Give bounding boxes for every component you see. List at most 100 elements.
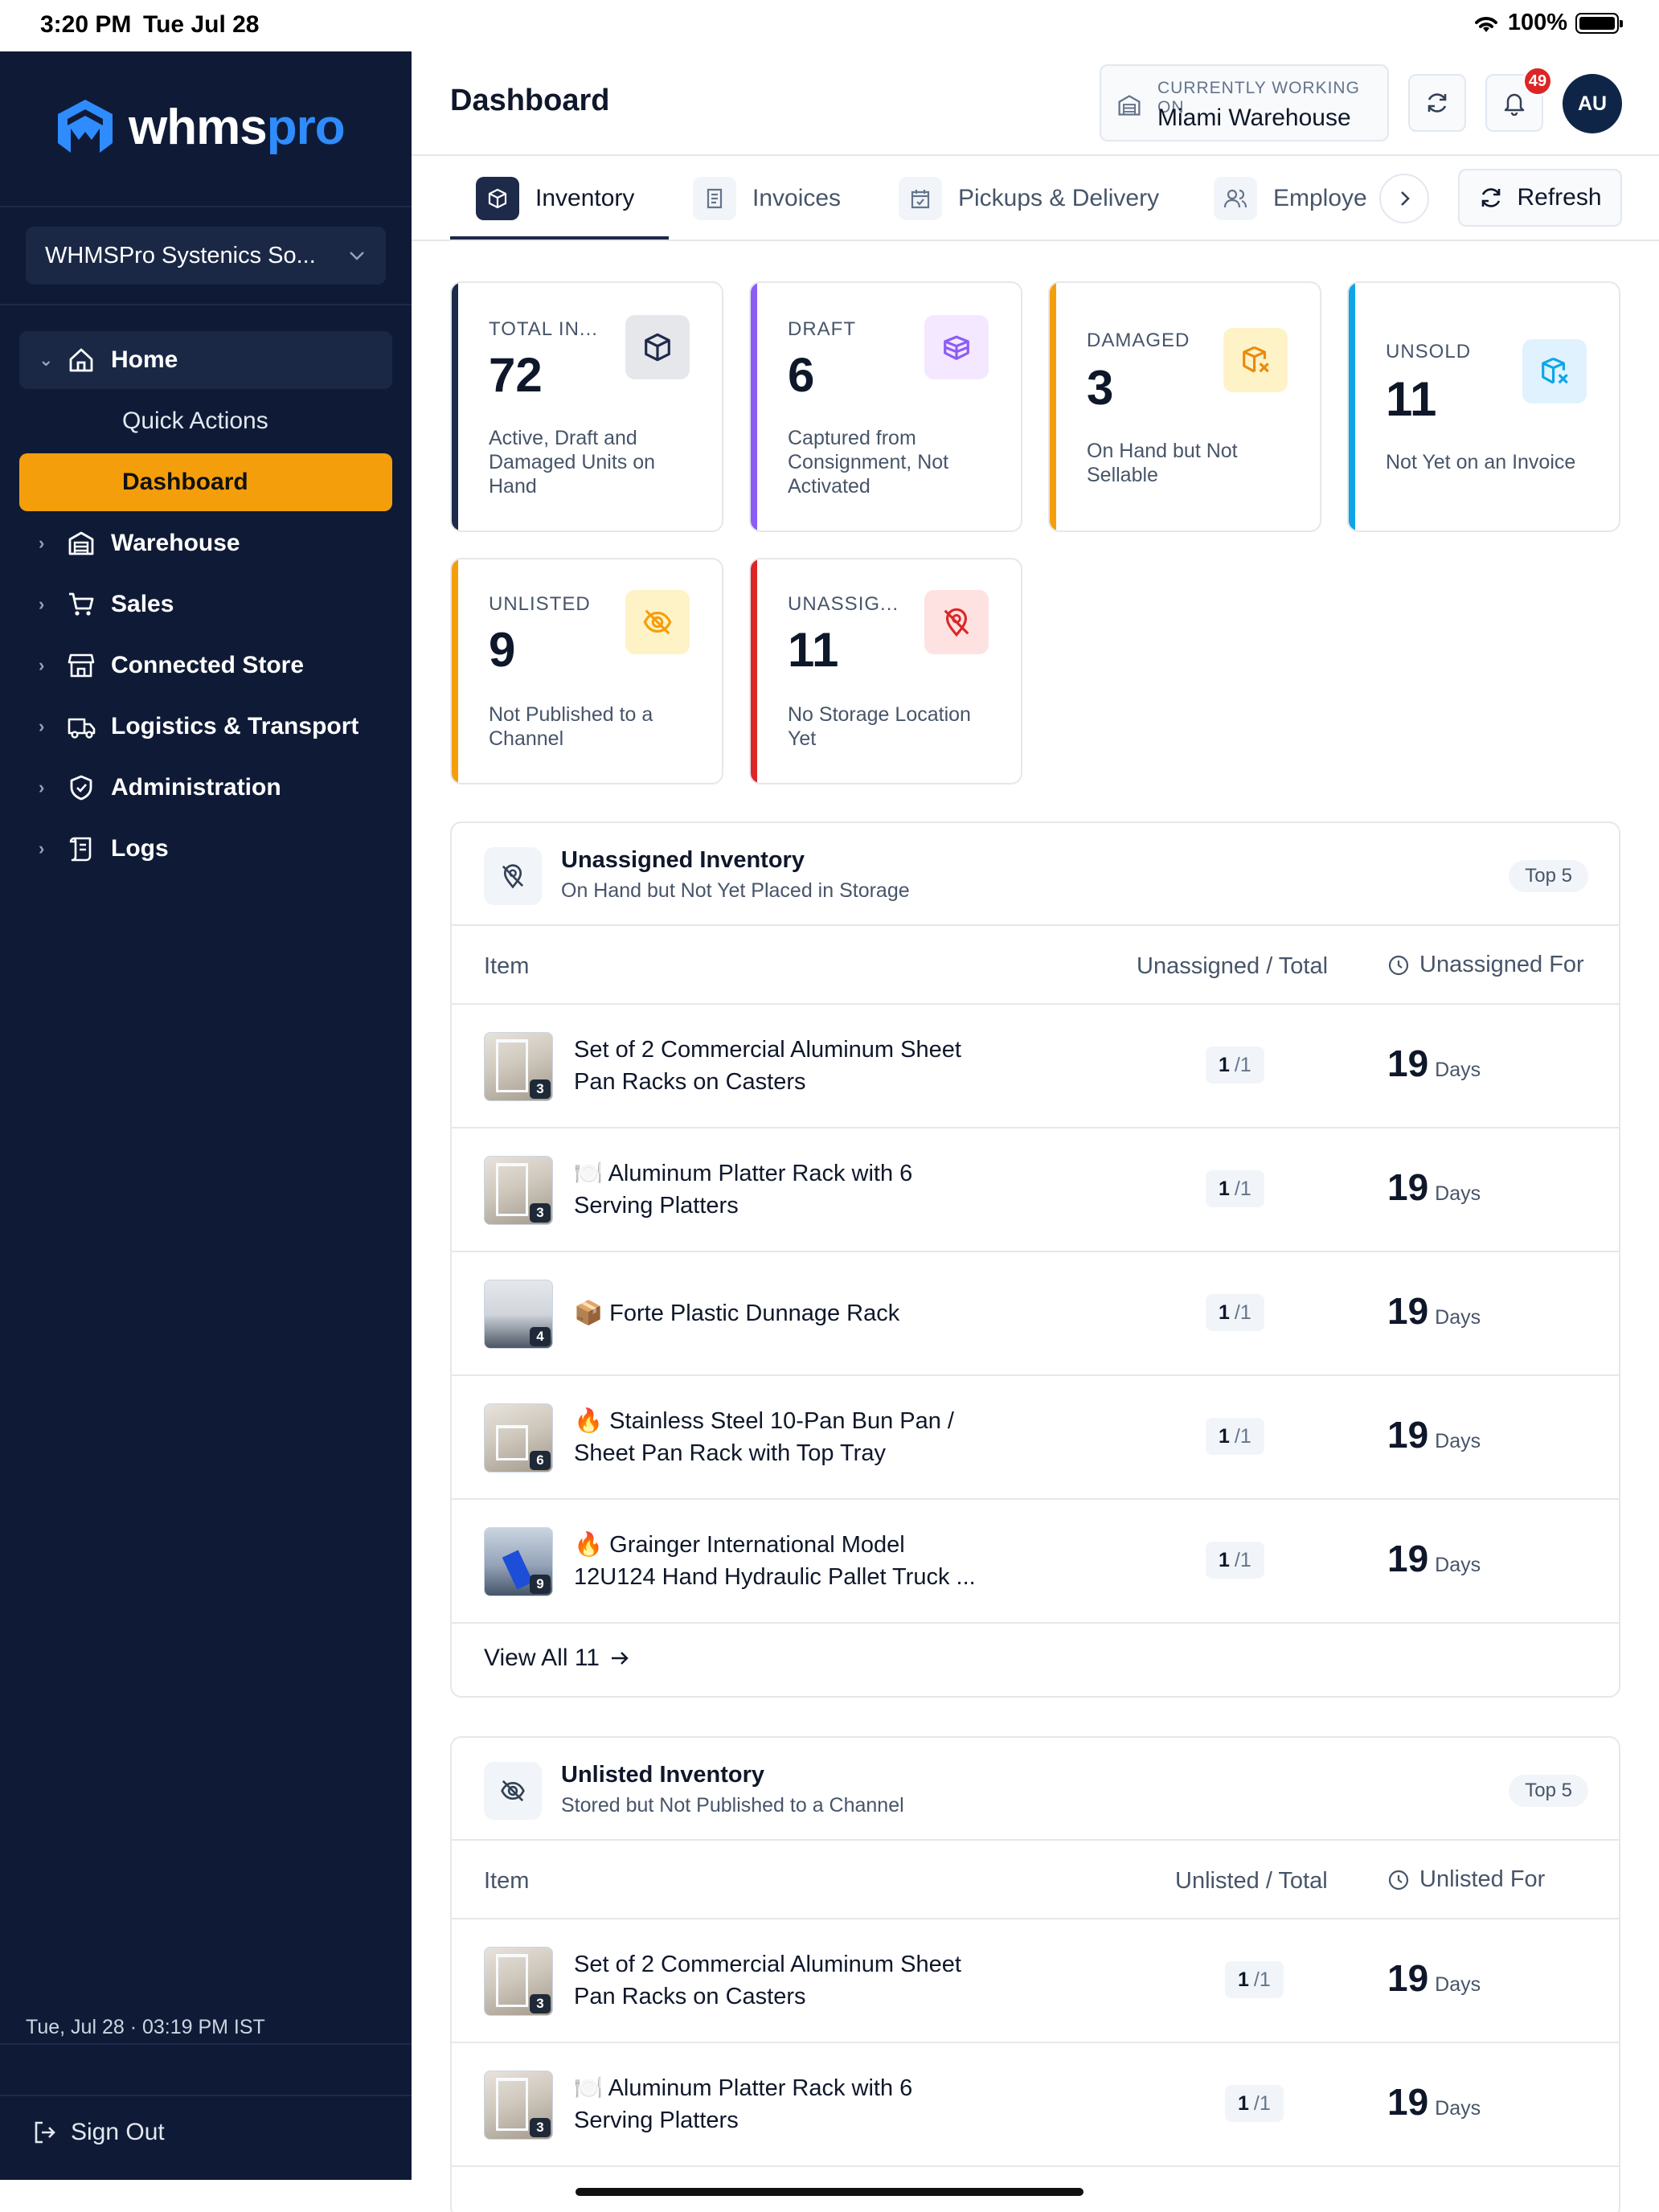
sidebar-item-home[interactable]: ⌄ Home xyxy=(19,331,392,389)
table-row[interactable]: 3 🍽️ Aluminum Platter Rack with 6 Servin… xyxy=(452,1129,1619,1252)
card-accent xyxy=(452,559,458,783)
item-thumbnail: 3 xyxy=(484,2071,553,2140)
view-all-link[interactable]: View All 11 xyxy=(452,1624,1619,1693)
table-row[interactable]: 3 🍽️ Aluminum Platter Rack with 6 Servin… xyxy=(452,2043,1619,2167)
table-row[interactable]: 6 🔥 Stainless Steel 10-Pan Bun Pan / She… xyxy=(452,1376,1619,1500)
sidebar-item-label: Home xyxy=(111,346,178,373)
item-name[interactable]: 🔥 Stainless Steel 10-Pan Bun Pan / Sheet… xyxy=(574,1405,992,1469)
stat-card-damaged[interactable]: DAMAGED 3 On Hand but Not Sellable xyxy=(1048,281,1321,532)
box-x-icon xyxy=(1522,339,1587,403)
card-value: 3 xyxy=(1087,361,1114,415)
stat-card-unsold[interactable]: UNSOLD 11 Not Yet on an Invoice xyxy=(1347,281,1620,532)
image-count-badge: 6 xyxy=(530,1451,551,1470)
sidebar-item-administration[interactable]: › Administration xyxy=(19,759,392,817)
notifications-button[interactable]: 49 xyxy=(1485,66,1553,132)
home-icon xyxy=(68,346,111,374)
column-header-duration: Unlisted For xyxy=(1387,1866,1545,1893)
refresh-button[interactable]: Refresh xyxy=(1458,169,1622,227)
damaged-box-icon xyxy=(1223,328,1288,392)
image-count-badge: 3 xyxy=(530,2118,551,2137)
calendar-icon xyxy=(899,177,942,220)
panel-subtitle: On Hand but Not Yet Placed in Storage xyxy=(561,879,910,902)
stat-card-unlisted[interactable]: UNLISTED 9 Not Published to a Channel xyxy=(450,558,723,784)
sidebar-divider xyxy=(0,304,412,305)
warehouse-icon xyxy=(1117,93,1141,121)
logo-text: whmspro xyxy=(129,99,346,155)
item-name[interactable]: 🍽️ Aluminum Platter Rack with 6 Serving … xyxy=(574,1157,992,1222)
unassigned-ratio: 1/1 xyxy=(1206,1170,1264,1207)
user-avatar[interactable]: AU xyxy=(1563,74,1622,133)
item-name[interactable]: 📦 Forte Plastic Dunnage Rack xyxy=(574,1297,992,1329)
sidebar-item-warehouse[interactable]: › Warehouse xyxy=(19,514,392,572)
tab-invoices[interactable]: Invoices xyxy=(693,174,841,223)
cart-icon xyxy=(68,591,111,618)
store-icon xyxy=(68,652,111,679)
dashboard-tabs: Inventory Invoices Pickups & Delivery Em… xyxy=(412,158,1659,241)
status-bar: 3:20 PM Tue Jul 28 100% xyxy=(0,0,1659,51)
sign-out-button[interactable]: Sign Out xyxy=(32,2119,165,2146)
card-label: UNLISTED xyxy=(489,593,591,615)
item-thumbnail: 3 xyxy=(484,1032,553,1101)
card-value: 11 xyxy=(1386,372,1437,426)
box-icon xyxy=(625,315,690,379)
sidebar-item-label: Warehouse xyxy=(111,530,240,556)
panel-subtitle: Stored but Not Published to a Channel xyxy=(561,1794,904,1817)
card-description: Captured from Consignment, Not Activated xyxy=(788,427,949,498)
stat-card-unassigned[interactable]: UNASSIG... 11 No Storage Location Yet xyxy=(749,558,1022,784)
refresh-label: Refresh xyxy=(1517,184,1602,211)
wifi-icon xyxy=(1474,16,1497,32)
sidebar-item-logs[interactable]: › Logs xyxy=(19,820,392,878)
stat-card-draft[interactable]: DRAFT 6 Captured from Consignment, Not A… xyxy=(749,281,1022,532)
table-row[interactable]: 3 Set of 2 Commercial Aluminum Sheet Pan… xyxy=(452,1005,1619,1129)
unassigned-ratio: 1/1 xyxy=(1206,1542,1264,1579)
sidebar-item-sales[interactable]: › Sales xyxy=(19,576,392,633)
tab-employees[interactable]: Employe xyxy=(1214,174,1367,223)
table-row[interactable]: 4 📦 Forte Plastic Dunnage Rack 1/1 19 Day… xyxy=(452,1252,1619,1376)
card-value: 72 xyxy=(489,348,543,402)
eye-off-icon xyxy=(484,1762,542,1820)
sidebar-item-dashboard[interactable]: Dashboard xyxy=(19,453,392,511)
status-date: Tue Jul 28 xyxy=(143,11,260,38)
panel-header: Unlisted Inventory Stored but Not Publis… xyxy=(452,1738,1619,1841)
sidebar-item-label: Connected Store xyxy=(111,652,305,678)
sync-button[interactable] xyxy=(1408,74,1466,132)
page-title: Dashboard xyxy=(450,84,610,117)
item-thumbnail: 3 xyxy=(484,1156,553,1225)
working-on-value: Miami Warehouse xyxy=(1157,104,1351,131)
sidebar-item-label: Administration xyxy=(111,774,281,801)
stat-card-total-inventory[interactable]: TOTAL IN... 72 Active, Draft and Damaged… xyxy=(450,281,723,532)
table-row[interactable]: 3 Set of 2 Commercial Aluminum Sheet Pan… xyxy=(452,1919,1619,2043)
package-open-icon xyxy=(924,315,989,379)
sidebar-item-quick-actions[interactable]: Quick Actions xyxy=(19,392,392,450)
app-logo[interactable]: whmspro xyxy=(53,96,346,158)
arrow-right-icon xyxy=(611,1652,629,1665)
tab-inventory[interactable]: Inventory xyxy=(476,174,634,223)
card-label: TOTAL IN... xyxy=(489,318,598,340)
item-name[interactable]: 🔥 Grainger International Model 12U124 Ha… xyxy=(574,1529,992,1593)
item-name[interactable]: Set of 2 Commercial Aluminum Sheet Pan R… xyxy=(574,1948,992,2013)
logo-mark-icon xyxy=(58,100,113,153)
unlisted-ratio: 1/1 xyxy=(1225,2085,1284,2122)
item-name[interactable]: 🍽️ Aluminum Platter Rack with 6 Serving … xyxy=(574,2072,992,2136)
chevron-down-icon: ⌄ xyxy=(39,350,54,370)
chevron-right-icon: › xyxy=(39,594,45,614)
item-name[interactable]: Set of 2 Commercial Aluminum Sheet Pan R… xyxy=(574,1034,992,1098)
organization-select[interactable]: WHMSPro Systenics So... xyxy=(26,227,386,285)
bell-icon xyxy=(1504,93,1525,116)
tabs-scroll-right-button[interactable] xyxy=(1379,174,1429,223)
image-count-badge: 4 xyxy=(530,1327,551,1346)
sidebar-item-label: Logs xyxy=(111,835,169,862)
clock-icon xyxy=(1388,1870,1409,1890)
sidebar-datetime: Tue, Jul 28 · 03:19 PM IST xyxy=(26,2016,265,2038)
table-row[interactable]: 9 🔥 Grainger International Model 12U124 … xyxy=(452,1500,1619,1624)
chevron-right-icon xyxy=(1401,191,1410,206)
sidebar-item-connected-store[interactable]: › Connected Store xyxy=(19,637,392,694)
table-header: Item Unassigned / Total Unassigned For xyxy=(452,926,1619,1005)
tab-pickups-delivery[interactable]: Pickups & Delivery xyxy=(899,174,1159,223)
card-label: UNASSIG... xyxy=(788,593,899,615)
battery-icon xyxy=(1575,12,1623,34)
warehouse-selector[interactable]: CURRENTLY WORKING ON Miami Warehouse xyxy=(1100,64,1389,141)
home-indicator[interactable] xyxy=(576,2188,1083,2196)
sidebar-item-logistics[interactable]: › Logistics & Transport xyxy=(19,698,392,756)
unassigned-duration: 19 Days xyxy=(1387,1538,1481,1579)
